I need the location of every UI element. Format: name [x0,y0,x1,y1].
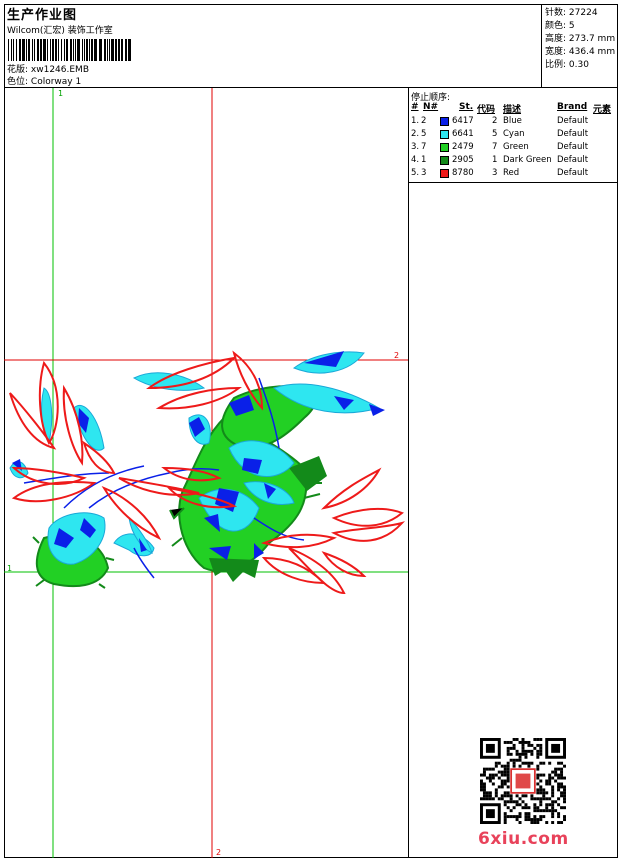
stat-scale: 比例: 0.30 [545,60,589,70]
col-needle: N# [423,102,439,112]
col-element: 元素 [593,105,612,115]
studio-name: Wilcom(汇宏) 装饰工作室 [7,26,113,36]
header: 生产作业图 Wilcom(汇宏) 装饰工作室 花版: xw1246.EMB 色位… [4,4,618,88]
barcode [8,39,131,61]
embroidery-design [9,350,406,595]
table-row: 3. 7 2479 7 Green Default [411,142,589,152]
colorway-value: Colorway 1 [30,77,82,87]
page-title: 生产作业图 [7,8,78,23]
color-swatch [440,156,449,165]
col-brand: Brand [557,102,588,112]
table-row: 4. 1 2905 1 Dark Green Default [411,155,589,165]
watermark-text: 6xiu.com [478,829,569,849]
header-left: 生产作业图 Wilcom(汇宏) 装饰工作室 花版: xw1246.EMB 色位… [4,4,541,87]
stop-sequence-panel: 停止顺序: # N# St. 代码 描述 Brand 元素 1. 2 6417 2 … [408,88,618,183]
col-stitches: St. [459,102,474,112]
color-swatch [440,143,449,152]
color-swatch [440,130,449,139]
color-swatch [440,169,449,178]
table-row: 2. 5 6641 5 Cyan Default [411,129,589,139]
guide-label-h1: 1 [7,564,12,573]
guide-label-h2: 2 [394,351,399,360]
stat-width: 宽度: 436.4 mm [545,47,616,57]
table-row: 1. 2 6417 2 Blue Default [411,116,589,126]
embroidery-canvas: 1 1 2 2 [4,88,408,858]
table-row: 5. 3 8780 3 Red Default [411,168,589,178]
color-swatch [440,117,449,126]
colorway-label: 色位: [7,77,29,87]
col-description: 描述 [503,105,522,115]
col-index: # [411,102,419,112]
stats-panel: 针数: 27224 颜色: 5 高度: 273.7 mm 宽度: 436.4 m… [541,4,618,87]
guide-label-v2: 2 [216,848,221,857]
qr-code [480,738,566,824]
stat-height: 高度: 273.7 mm [545,34,616,44]
colorway: 色位: Colorway 1 [7,74,81,87]
panel-divider [408,88,409,858]
guide-label-v1: 1 [58,89,63,98]
col-code: 代码 [477,105,496,115]
stat-stitches: 针数: 27224 [545,8,598,18]
stat-colors: 颜色: 5 [545,21,575,31]
